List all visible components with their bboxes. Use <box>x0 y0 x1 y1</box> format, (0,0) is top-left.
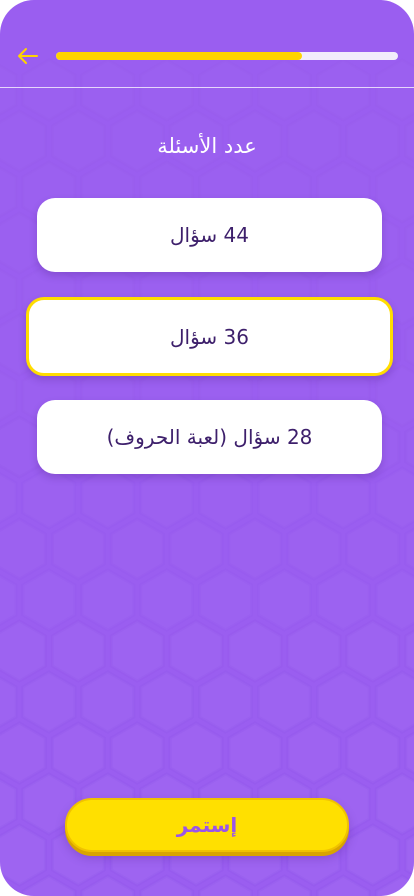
background-hexagon <box>404 731 414 775</box>
background-hexagon <box>21 670 77 734</box>
background-hexagon <box>227 721 283 785</box>
background-hexagon <box>0 619 47 683</box>
background-hexagon <box>0 268 18 320</box>
background-hexagon <box>198 466 253 530</box>
background-hexagon <box>345 517 401 581</box>
background-hexagon <box>374 874 414 896</box>
background-hexagon <box>404 221 414 265</box>
option-label: 44 سؤال <box>170 223 249 247</box>
option-label: 36 سؤال <box>170 324 249 349</box>
background-hexagon <box>0 676 18 728</box>
top-bar <box>0 0 414 88</box>
background-hexagon <box>227 619 283 683</box>
background-hexagon <box>50 619 106 683</box>
background-hexagon <box>80 568 136 632</box>
background-hexagon <box>345 619 401 683</box>
background-hexagon <box>21 466 77 530</box>
option-44-questions[interactable]: 44 سؤال <box>37 198 382 272</box>
quiz-screen: عدد الأسئلة 44 سؤال 36 سؤال 28 سؤال (لعب… <box>0 0 414 896</box>
background-hexagon <box>21 874 77 896</box>
background-hexagon <box>345 721 401 785</box>
background-hexagon <box>139 670 195 734</box>
background-hexagon <box>0 166 18 218</box>
background-hexagon <box>109 517 165 581</box>
background-hexagon <box>374 568 414 632</box>
background-hexagon <box>198 874 253 896</box>
background-hexagon <box>374 466 414 530</box>
background-hexagon <box>315 466 371 530</box>
continue-button[interactable]: إستمر <box>65 798 349 852</box>
background-hexagon <box>374 670 414 734</box>
background-hexagon <box>109 619 165 683</box>
background-hexagon <box>374 772 414 836</box>
progress-bar-fill <box>56 52 303 60</box>
background-hexagon <box>286 619 342 683</box>
background-hexagon <box>404 629 414 673</box>
background-hexagon <box>168 619 224 683</box>
background-hexagon <box>227 517 283 581</box>
background-hexagon <box>315 670 371 734</box>
background-hexagon <box>257 466 312 530</box>
back-button[interactable] <box>14 42 42 70</box>
background-hexagon <box>257 568 312 632</box>
background-hexagon <box>198 670 253 734</box>
background-hexagon <box>0 880 18 896</box>
background-hexagon <box>404 425 414 469</box>
background-hexagon <box>109 721 165 785</box>
background-hexagon <box>80 874 136 896</box>
option-36-questions[interactable]: 36 سؤال <box>26 297 393 376</box>
background-hexagon <box>168 517 224 581</box>
arrow-left-icon <box>18 48 38 64</box>
background-hexagon <box>286 721 342 785</box>
background-hexagon <box>404 527 414 571</box>
continue-button-label: إستمر <box>176 813 238 837</box>
background-hexagon <box>80 670 136 734</box>
background-hexagon <box>286 517 342 581</box>
background-hexagon <box>404 323 414 367</box>
background-hexagon <box>139 568 195 632</box>
background-hexagon <box>0 472 18 524</box>
background-hexagon <box>315 874 371 896</box>
background-hexagon <box>21 568 77 632</box>
background-hexagon <box>198 568 253 632</box>
background-hexagon <box>257 670 312 734</box>
page-title: عدد الأسئلة <box>157 134 257 158</box>
background-hexagon <box>0 721 47 785</box>
background-hexagon <box>315 568 371 632</box>
background-hexagon <box>50 721 106 785</box>
background-hexagon <box>139 874 195 896</box>
option-label: 28 سؤال (لعبة الحروف) <box>106 425 313 449</box>
background-hexagon <box>404 833 414 877</box>
header-divider <box>0 87 414 88</box>
background-hexagon <box>80 466 136 530</box>
option-28-questions[interactable]: 28 سؤال (لعبة الحروف) <box>37 400 382 474</box>
background-hexagon <box>0 778 18 830</box>
background-hexagon <box>0 370 18 422</box>
background-hexagon <box>0 574 18 626</box>
background-hexagon <box>139 466 195 530</box>
background-hexagon <box>345 823 401 887</box>
background-hexagon <box>0 517 47 581</box>
progress-bar <box>56 52 398 60</box>
background-hexagon <box>0 823 47 887</box>
background-hexagon <box>257 874 312 896</box>
background-hexagon <box>168 721 224 785</box>
background-hexagon <box>50 517 106 581</box>
